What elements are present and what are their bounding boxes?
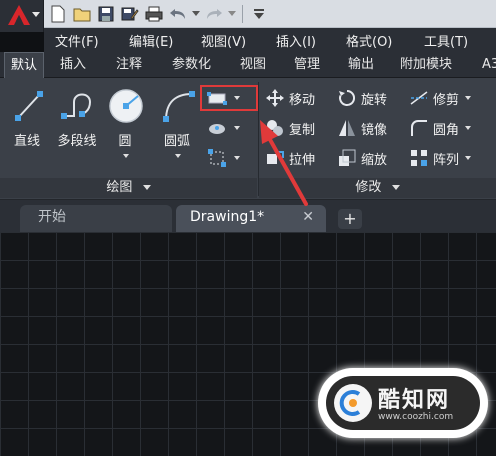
fillet-tool[interactable]: 圆角: [408, 117, 472, 139]
tab-view[interactable]: 视图: [234, 52, 272, 78]
mirror-label: 镜像: [361, 122, 388, 138]
print-icon[interactable]: [144, 4, 164, 24]
watermark-logo: 酷知网 www.coozhi.com: [318, 368, 488, 438]
autocad-window: 文件(F) 编辑(E) 视图(V) 插入(I) 格式(O) 工具(T) 默认 插…: [0, 0, 496, 456]
chevron-down-icon[interactable]: [234, 156, 240, 160]
mirror-tool[interactable]: 镜像: [336, 117, 387, 139]
tab-default[interactable]: 默认: [4, 52, 45, 78]
chevron-down-icon[interactable]: [465, 96, 472, 100]
chevron-down-icon[interactable]: [123, 154, 129, 158]
open-folder-icon[interactable]: [72, 4, 92, 24]
move-tool[interactable]: 移动: [264, 87, 315, 109]
menu-insert[interactable]: 插入(I): [276, 31, 316, 50]
toolbar-separator: [242, 5, 243, 23]
array-icon: [408, 148, 430, 168]
tab-manage[interactable]: 管理: [288, 52, 326, 78]
boundary-tool[interactable]: [206, 147, 240, 169]
redo-dropdown-icon[interactable]: [228, 4, 236, 24]
trim-label: 修剪: [433, 92, 460, 108]
undo-icon[interactable]: [168, 4, 188, 24]
arc-label: 圆弧: [163, 134, 190, 149]
watermark-title: 酷知网: [378, 388, 451, 413]
polyline-label: 多段线: [57, 134, 97, 149]
chevron-down-icon: [391, 185, 400, 190]
rotate-label: 旋转: [361, 92, 388, 108]
watermark-inner: 酷知网 www.coozhi.com: [326, 376, 480, 430]
rotate-icon: [336, 88, 358, 108]
circle-icon: [109, 89, 143, 123]
menu-view[interactable]: 视图(V): [201, 31, 246, 50]
menu-edit[interactable]: 编辑(E): [129, 31, 173, 50]
undo-dropdown-icon[interactable]: [192, 4, 200, 24]
menu-file[interactable]: 文件(F): [55, 31, 99, 50]
tab-start-label: 开始: [38, 209, 66, 225]
customize-toolbar-icon[interactable]: [249, 4, 269, 24]
scale-icon: [336, 148, 358, 168]
arc-tool[interactable]: 圆弧: [150, 84, 204, 168]
new-tab-button[interactable]: +: [338, 209, 362, 229]
tab-output[interactable]: 输出: [342, 52, 380, 78]
quick-access-toolbar: [0, 0, 496, 32]
hatch-tool[interactable]: [206, 117, 240, 139]
annotation-arrow-icon: [260, 120, 308, 206]
trim-tool[interactable]: 修剪: [408, 87, 472, 109]
tab-drawing1-label: Drawing1*: [190, 209, 265, 225]
chevron-down-icon: [142, 185, 151, 190]
circle-tool[interactable]: 圆: [98, 84, 152, 168]
move-icon: [264, 88, 286, 108]
line-icon: [15, 91, 43, 121]
tab-start[interactable]: 开始: [20, 205, 172, 232]
menu-tools[interactable]: 工具(T): [424, 31, 468, 50]
tab-parametric[interactable]: 参数化: [166, 52, 217, 78]
save-as-icon[interactable]: [120, 4, 140, 24]
watermark-url: www.coozhi.com: [378, 412, 454, 422]
line-label: 直线: [13, 134, 40, 149]
menu-bar: 文件(F) 编辑(E) 视图(V) 插入(I) 格式(O) 工具(T): [44, 28, 496, 52]
line-tool[interactable]: 直线: [0, 84, 54, 168]
array-label: 阵列: [433, 152, 460, 168]
ribbon-tab-bar: 默认 插入 注释 参数化 视图 管理 输出 附加模块 A3: [0, 52, 496, 78]
document-tab-bar: 开始 Drawing1* ✕ +: [0, 200, 496, 232]
tab-annotate[interactable]: 注释: [110, 52, 148, 78]
arc-icon: [163, 91, 195, 122]
new-file-icon[interactable]: [48, 4, 68, 24]
modify-panel-title-label: 修改: [355, 180, 382, 195]
polyline-icon: [61, 93, 92, 119]
scale-tool[interactable]: 缩放: [336, 147, 387, 169]
array-tool[interactable]: 阵列: [408, 147, 472, 169]
autocad-logo-icon: [8, 5, 30, 25]
move-label: 移动: [289, 92, 316, 108]
polyline-tool[interactable]: 多段线: [50, 84, 104, 168]
rectangle-highlight-box: [200, 85, 258, 111]
chevron-down-icon[interactable]: [465, 156, 472, 160]
rotate-tool[interactable]: 旋转: [336, 87, 387, 109]
save-icon[interactable]: [96, 4, 116, 24]
menu-format[interactable]: 格式(O): [346, 31, 392, 50]
draw-panel-title-label: 绘图: [106, 180, 133, 195]
ribbon-panel: 直线 多段线 圆 圆弧 移动 旋转 修剪 复制 镜像 圆角 拉伸 缩放 阵列 绘…: [0, 78, 496, 200]
trim-icon: [408, 88, 430, 108]
mirror-icon: [336, 118, 358, 138]
tab-a360[interactable]: A3: [476, 52, 496, 78]
chevron-down-icon: [32, 12, 40, 17]
scale-label: 缩放: [361, 152, 388, 168]
tab-insert[interactable]: 插入: [54, 52, 92, 78]
application-menu-button[interactable]: [0, 0, 44, 32]
draw-panel-title[interactable]: 绘图: [0, 178, 257, 198]
tab-addins[interactable]: 附加模块: [394, 52, 458, 78]
hatch-icon: [206, 118, 228, 138]
fillet-label: 圆角: [433, 122, 460, 138]
redo-icon[interactable]: [204, 4, 224, 24]
fillet-icon: [408, 118, 430, 138]
chevron-down-icon[interactable]: [465, 126, 472, 130]
boundary-icon: [206, 148, 228, 168]
circle-label: 圆: [118, 134, 132, 149]
watermark-badge-icon: [334, 384, 372, 422]
chevron-down-icon[interactable]: [234, 126, 240, 130]
chevron-down-icon[interactable]: [175, 154, 181, 158]
